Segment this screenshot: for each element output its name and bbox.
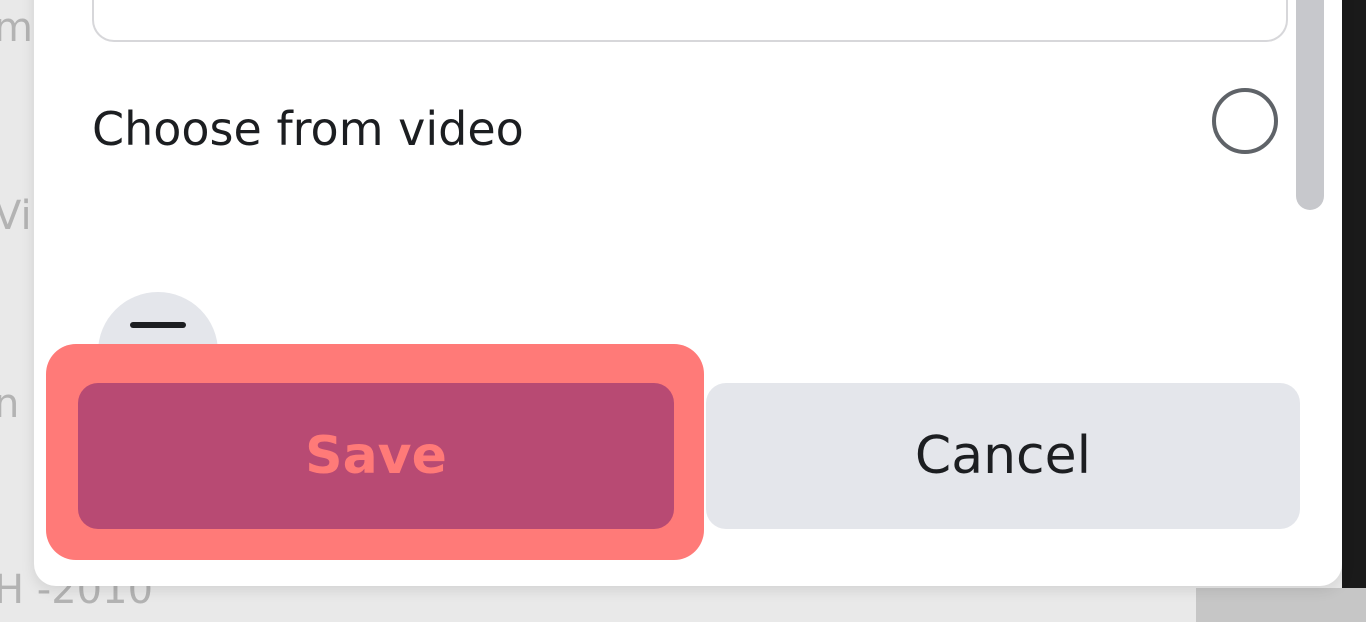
background-text: m xyxy=(0,5,33,51)
background-edge xyxy=(1342,0,1366,590)
option-choose-from-video[interactable]: Choose from video xyxy=(92,84,1286,168)
save-button[interactable]: Save xyxy=(78,383,674,529)
radio-button[interactable] xyxy=(1212,88,1278,154)
cancel-button[interactable]: Cancel xyxy=(706,383,1300,529)
screen: m Vi n H -2010 Choose from video Save Ca… xyxy=(0,0,1366,622)
background-text: n xyxy=(0,381,20,427)
scrollbar-thumb[interactable] xyxy=(1296,0,1324,210)
background-panel xyxy=(1196,588,1366,622)
text-field[interactable] xyxy=(92,0,1288,42)
background-text: Vi xyxy=(0,193,32,239)
option-label: Choose from video xyxy=(92,102,524,156)
